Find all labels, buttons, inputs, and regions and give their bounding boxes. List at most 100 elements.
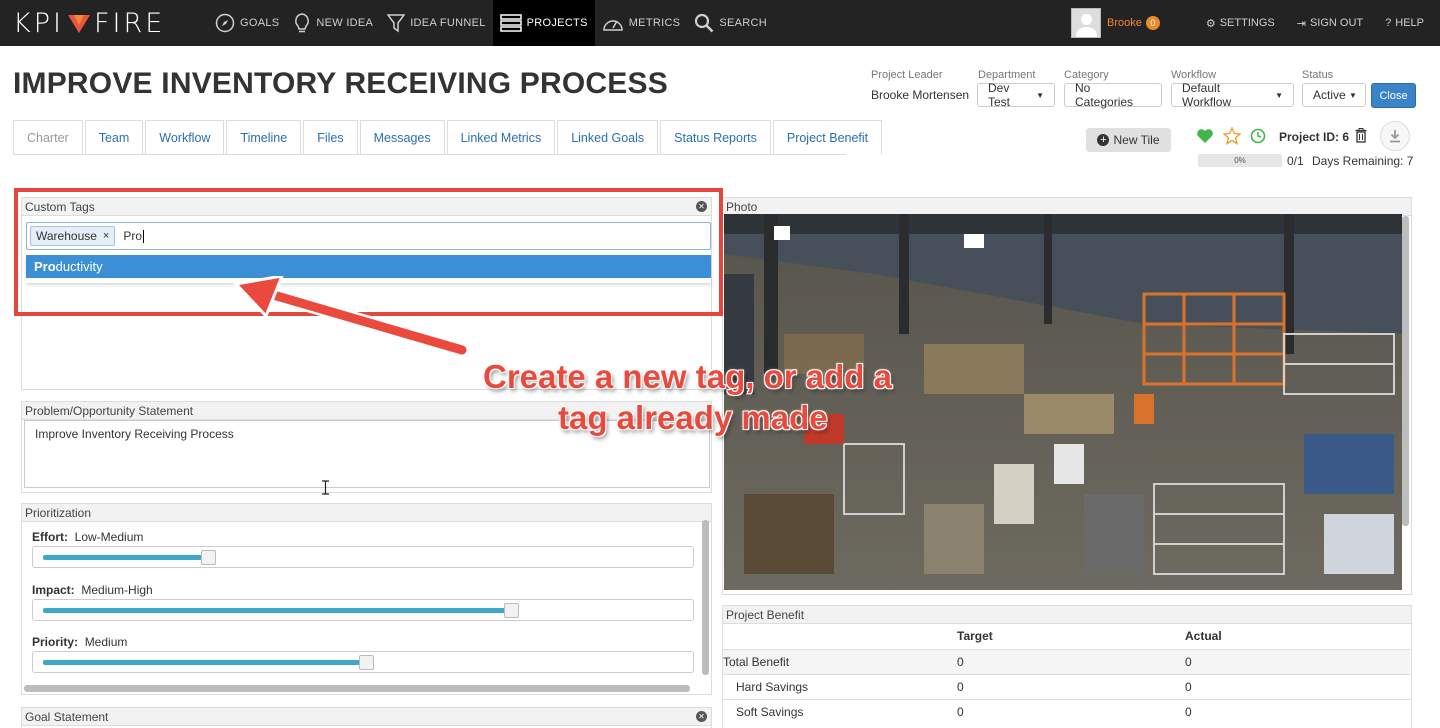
impact-slider-fill [43,608,507,613]
logo-text-left: KPI [13,7,64,39]
caret-down-icon: ▼ [1275,90,1283,100]
gauge-icon [602,20,623,31]
priority-slider[interactable] [32,651,694,673]
table-row: Hard Savings 0 0 [723,673,1410,699]
goal-statement-title: Goal Statement [25,709,109,724]
nav-projects-label: PROJECTS [526,17,588,29]
project-benefit-header: Project Benefit [723,606,1411,624]
download-button[interactable] [1380,121,1410,151]
text-cursor-icon [322,480,329,495]
vertical-scrollbar[interactable] [702,520,709,675]
category-label: Category [1064,69,1109,81]
prioritization-title: Prioritization [25,505,92,520]
annotation-text-line-1: Create a new tag, or add a [482,357,892,396]
user-nav: Brooke 0 ⚙ SETTINGS ⇥ SIGN OUT ? HELP [1070,0,1424,46]
tab-timeline[interactable]: Timeline [226,120,302,154]
close-button[interactable]: Close [1371,83,1416,108]
logo-text-right: FIRE [93,7,166,39]
remove-tile-icon[interactable]: ✕ [696,711,707,722]
compass-icon [215,13,235,33]
table-header-row: Target Actual [723,624,1410,649]
help-icon: ? [1385,17,1392,29]
benefit-table: Target Actual Total Benefit 0 0 Hard Sav… [723,624,1410,724]
tab-team[interactable]: Team [84,120,144,154]
progress-bar: 0% [1198,154,1282,167]
photo-scrollbar[interactable] [1402,216,1409,526]
department-dropdown[interactable]: Dev Test ▼ [977,81,1055,109]
nav-metrics[interactable]: METRICS [595,0,688,46]
photo-title: Photo [726,199,758,214]
help-link[interactable]: ? HELP [1385,17,1424,29]
download-icon [1390,130,1400,143]
status-dropdown[interactable]: Active ▼ [1302,83,1366,107]
row-name: Soft Savings [723,698,957,724]
priority-slider-handle[interactable] [359,655,374,670]
kpifire-logo[interactable]: KPI FIRE [13,7,166,39]
tab-project-benefit[interactable]: Project Benefit [772,120,883,154]
workflow-dropdown[interactable]: Default Workflow ▼ [1171,81,1294,109]
tab-charter[interactable]: Charter [13,120,83,154]
lightbulb-icon [295,13,310,33]
funnel-icon [387,14,406,33]
department-value: Dev Test [988,81,1011,109]
nav-idea-funnel[interactable]: IDEA FUNNEL [380,0,492,46]
nav-new-idea[interactable]: NEW IDEA [286,0,380,46]
days-remaining: Days Remaining: 7 [1312,154,1414,168]
nav-goals[interactable]: GOALS [208,0,286,46]
heart-icon[interactable] [1196,128,1214,144]
nav-projects[interactable]: PROJECTS [492,0,595,46]
tab-linked-goals[interactable]: Linked Goals [557,120,659,154]
tab-status-reports[interactable]: Status Reports [660,120,771,154]
effort-slider-fill [43,555,203,560]
tab-workflow[interactable]: Workflow [145,120,225,154]
status-value: Active [1313,88,1346,102]
user-name[interactable]: Brooke [1107,17,1142,29]
trash-icon[interactable] [1355,128,1367,143]
tab-messages[interactable]: Messages [359,120,445,154]
impact-slider-handle[interactable] [504,603,520,618]
star-icon[interactable] [1223,127,1241,145]
tab-bar: Charter Team Workflow Timeline Files Mes… [13,120,884,154]
nav-search[interactable]: SEARCH [687,0,774,46]
row-actual: 0 [1185,648,1410,674]
horizontal-scrollbar[interactable] [24,685,690,692]
row-actual: 0 [1185,698,1410,724]
notification-badge[interactable]: 0 [1145,16,1160,30]
department-label: Department [978,69,1036,81]
help-label: HELP [1395,17,1424,29]
nav-metrics-label: METRICS [628,17,681,29]
goal-statement-header: Goal Statement ✕ [22,708,711,726]
row-name: Total Benefit [723,648,957,674]
new-tile-label: New Tile [1113,133,1160,147]
nav-idea-funnel-label: IDEA FUNNEL [410,17,486,29]
effort-slider[interactable] [32,546,694,568]
annotation-text-line-2: tag already made [557,398,828,437]
status-label: Status [1302,69,1334,81]
nav-goals-label: GOALS [240,17,280,29]
effort-slider-handle[interactable] [201,550,216,565]
signout-icon: ⇥ [1296,17,1306,30]
impact-label: Impact: Medium-High [32,583,153,597]
impact-slider[interactable] [32,599,694,621]
top-nav-bar: KPI FIRE GOALS NEW IDEA IDEA FUNNEL PROJ… [0,0,1440,46]
settings-label: SETTINGS [1219,17,1275,29]
avatar[interactable] [1070,8,1101,38]
workflow-value: Default Workflow [1182,81,1232,109]
signout-label: SIGN OUT [1309,17,1364,29]
impact-label-key: Impact: [32,583,75,597]
gear-icon: ⚙ [1205,17,1216,30]
settings-link[interactable]: ⚙ SETTINGS [1206,17,1275,30]
category-field[interactable]: No Categories [1064,81,1162,109]
priority-label-key: Priority: [32,635,79,649]
tab-divider [13,154,846,155]
signout-link[interactable]: ⇥ SIGN OUT [1297,17,1363,30]
row-target: 0 [957,648,1185,674]
tab-files[interactable]: Files [303,120,358,154]
clock-icon[interactable] [1250,128,1266,144]
workflow-label: Workflow [1171,69,1217,81]
tab-linked-metrics[interactable]: Linked Metrics [446,120,556,154]
project-leader-value: Brooke Mortensen [871,88,970,102]
effort-label: Effort: Low-Medium [32,530,143,544]
category-value: No Categories [1075,81,1134,109]
new-tile-button[interactable]: + New Tile [1086,128,1171,152]
